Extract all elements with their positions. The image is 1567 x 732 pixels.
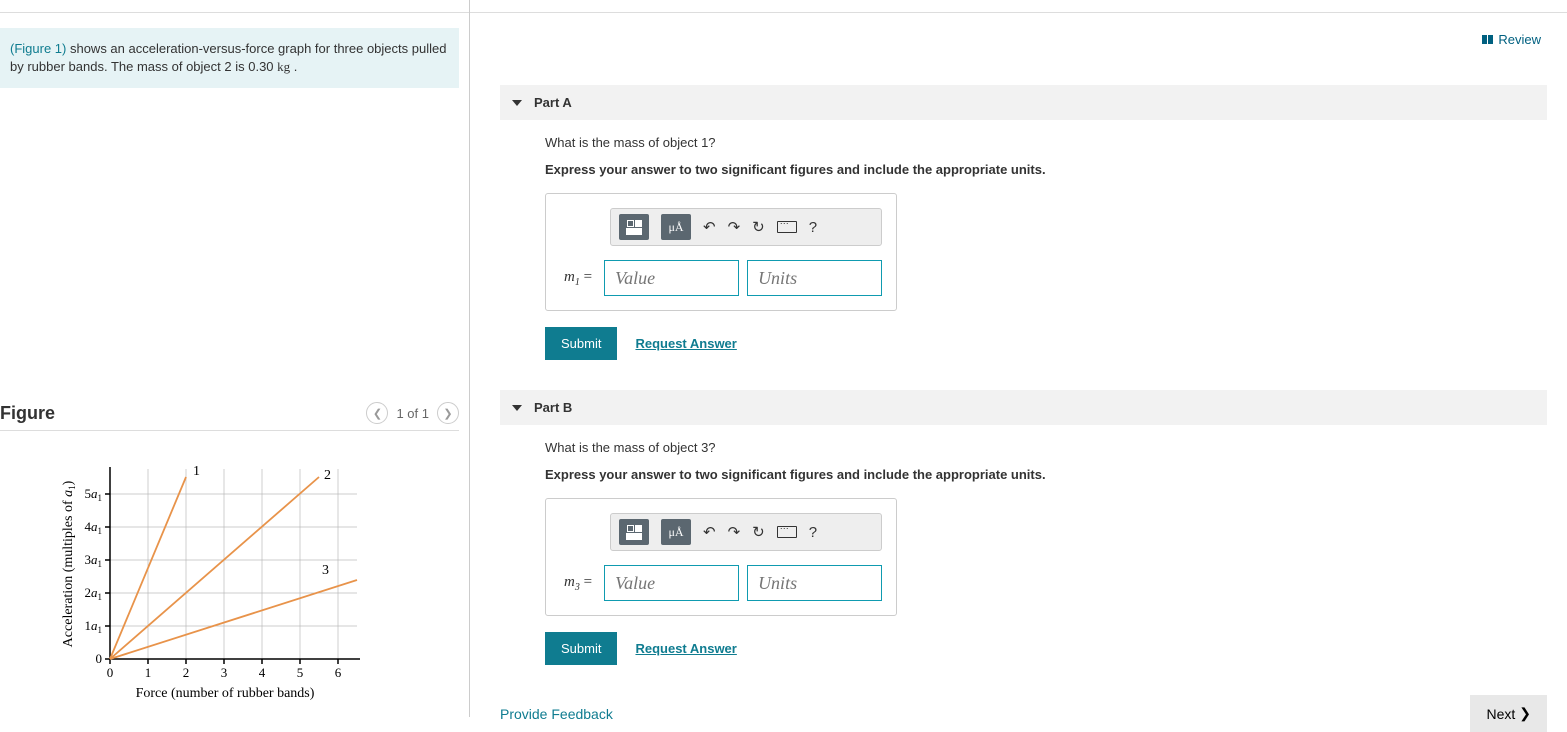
part-a-request-answer-link[interactable]: Request Answer (635, 336, 736, 351)
figure-title: Figure (0, 403, 55, 424)
part-b-value-input[interactable] (604, 565, 739, 601)
part-b-header[interactable]: Part B (500, 390, 1547, 425)
keyboard-button[interactable] (777, 526, 797, 538)
figure-prev-button[interactable]: ❮ (366, 402, 388, 424)
fraction-tool-button[interactable] (619, 519, 649, 545)
svg-text:4a1: 4a1 (85, 519, 103, 536)
chevron-right-icon: ❯ (1519, 705, 1531, 722)
problem-statement: (Figure 1) shows an acceleration-versus-… (0, 28, 459, 88)
redo-button[interactable]: ↷ (728, 523, 741, 541)
fraction-tool-button[interactable] (619, 214, 649, 240)
svg-text:4: 4 (259, 665, 266, 680)
provide-feedback-link[interactable]: Provide Feedback (500, 706, 613, 722)
svg-text:2: 2 (183, 665, 190, 680)
part-a-header[interactable]: Part A (500, 85, 1547, 120)
part-b-toolbar: μÅ ↶ ↷ ↻ ? (610, 513, 882, 551)
svg-text:5a1: 5a1 (85, 486, 103, 503)
review-link[interactable]: Review (1482, 32, 1541, 47)
keyboard-icon (777, 526, 797, 538)
reset-button[interactable]: ↻ (752, 523, 765, 541)
keyboard-icon (777, 221, 797, 233)
undo-button[interactable]: ↶ (703, 523, 716, 541)
caret-down-icon (512, 100, 522, 106)
part-a-toolbar: μÅ ↶ ↷ ↻ ? (610, 208, 882, 246)
svg-text:1a1: 1a1 (85, 618, 103, 635)
svg-text:Acceleration (multiples of a1): Acceleration (multiples of a1) (61, 480, 77, 647)
part-a-body: What is the mass of object 1? Express yo… (500, 120, 1547, 360)
part-b-request-answer-link[interactable]: Request Answer (635, 641, 736, 656)
reset-button[interactable]: ↻ (752, 218, 765, 236)
part-a-variable-label: m1 = (560, 269, 596, 288)
part-a-instruction: Express your answer to two significant f… (545, 162, 1547, 177)
special-chars-button[interactable]: μÅ (661, 519, 691, 545)
figure-pager: ❮ 1 of 1 ❯ (366, 402, 459, 424)
svg-text:1: 1 (145, 665, 152, 680)
figure-next-button[interactable]: ❯ (437, 402, 459, 424)
chart: 1 2 3 0 1 2 3 4 5 6 0 (60, 449, 380, 709)
svg-text:3: 3 (322, 563, 329, 578)
part-a-units-input[interactable] (747, 260, 882, 296)
part-b-body: What is the mass of object 3? Express yo… (500, 425, 1547, 665)
part-a-answer-box: μÅ ↶ ↷ ↻ ? m1 = (545, 193, 897, 311)
redo-button[interactable]: ↷ (728, 218, 741, 236)
part-a-value-input[interactable] (604, 260, 739, 296)
svg-text:0: 0 (107, 665, 114, 680)
svg-text:5: 5 (297, 665, 304, 680)
svg-text:3a1: 3a1 (85, 552, 103, 569)
svg-text:3: 3 (221, 665, 228, 680)
book-icon (1482, 35, 1493, 44)
help-button[interactable]: ? (809, 219, 817, 236)
svg-text:2: 2 (324, 468, 331, 483)
figure-section: Figure ❮ 1 of 1 ❯ (0, 402, 459, 717)
svg-text:1: 1 (193, 464, 200, 479)
part-b-units-input[interactable] (747, 565, 882, 601)
next-button[interactable]: Next ❯ (1470, 695, 1547, 732)
undo-button[interactable]: ↶ (703, 218, 716, 236)
help-button[interactable]: ? (809, 524, 817, 541)
keyboard-button[interactable] (777, 221, 797, 233)
caret-down-icon (512, 405, 522, 411)
svg-text:0: 0 (96, 651, 103, 666)
part-b-instruction: Express your answer to two significant f… (545, 467, 1547, 482)
part-b-submit-button[interactable]: Submit (545, 632, 617, 665)
part-a-submit-button[interactable]: Submit (545, 327, 617, 360)
special-chars-button[interactable]: μÅ (661, 214, 691, 240)
part-b-variable-label: m3 = (560, 574, 596, 593)
svg-text:2a1: 2a1 (85, 585, 103, 602)
part-b-question: What is the mass of object 3? (545, 440, 1547, 455)
part-a-question: What is the mass of object 1? (545, 135, 1547, 150)
svg-text:Force (number of rubber bands): Force (number of rubber bands) (136, 686, 315, 701)
figure-reference: (Figure 1) (10, 41, 66, 56)
part-b-answer-box: μÅ ↶ ↷ ↻ ? m3 = (545, 498, 897, 616)
svg-text:6: 6 (335, 665, 342, 680)
